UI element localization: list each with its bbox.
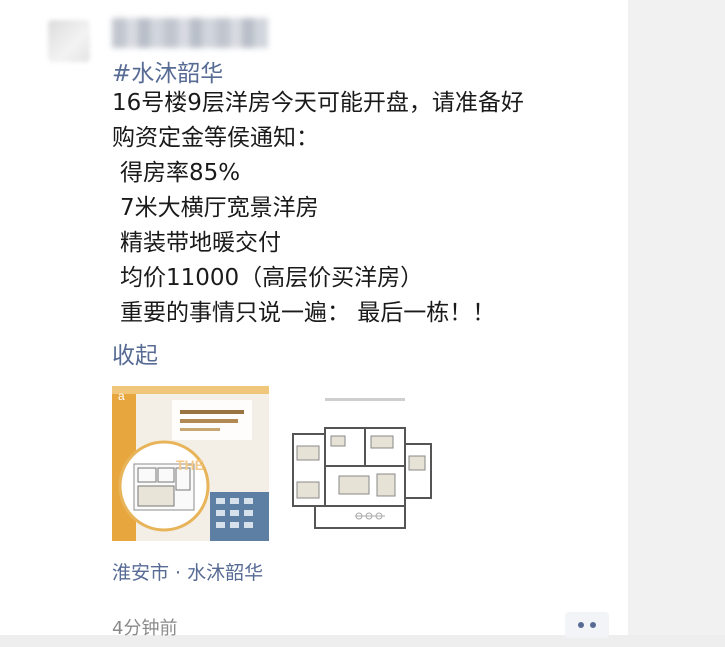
right-margin-strip bbox=[628, 0, 725, 647]
post-text: 16号楼9层洋房今天可能开盘，请准备好 购资定金等侯通知： 得房率85% 7米大… bbox=[112, 86, 612, 331]
poster-brand-text: THE bbox=[176, 457, 204, 473]
floor-plan-image bbox=[285, 386, 442, 541]
post-line: 7米大横厅宽景洋房 bbox=[120, 195, 319, 221]
photo-thumbnail-1[interactable]: THE a bbox=[112, 386, 269, 541]
blurred-username[interactable] bbox=[112, 18, 268, 48]
post-line: 购资定金等侯通知： bbox=[112, 125, 319, 151]
bottom-divider bbox=[0, 635, 725, 647]
post-line: 重要的事情只说一遍： 最后一栋！！ bbox=[120, 300, 496, 326]
photo-thumbnail-2[interactable] bbox=[285, 386, 442, 541]
collapse-link[interactable]: 收起 bbox=[112, 336, 158, 370]
more-actions-button[interactable] bbox=[565, 612, 609, 638]
topic-hashtag[interactable]: #水沐韶华 bbox=[112, 54, 223, 88]
dot-icon bbox=[590, 622, 596, 628]
poster-mark: a bbox=[118, 389, 125, 403]
dot-icon bbox=[578, 622, 584, 628]
promo-poster-image: THE a bbox=[112, 386, 269, 541]
post-line: 得房率85% bbox=[120, 160, 241, 186]
post-timestamp: 4分钟前 bbox=[112, 618, 178, 639]
post-line: 16号楼9层洋房今天可能开盘，请准备好 bbox=[112, 90, 524, 116]
post-line: 精装带地暖交付 bbox=[120, 230, 281, 256]
avatar[interactable] bbox=[48, 20, 90, 62]
post-line: 均价11000（高层价买洋房） bbox=[120, 265, 424, 291]
location-link[interactable]: 淮安市 · 水沐韶华 bbox=[112, 558, 263, 585]
